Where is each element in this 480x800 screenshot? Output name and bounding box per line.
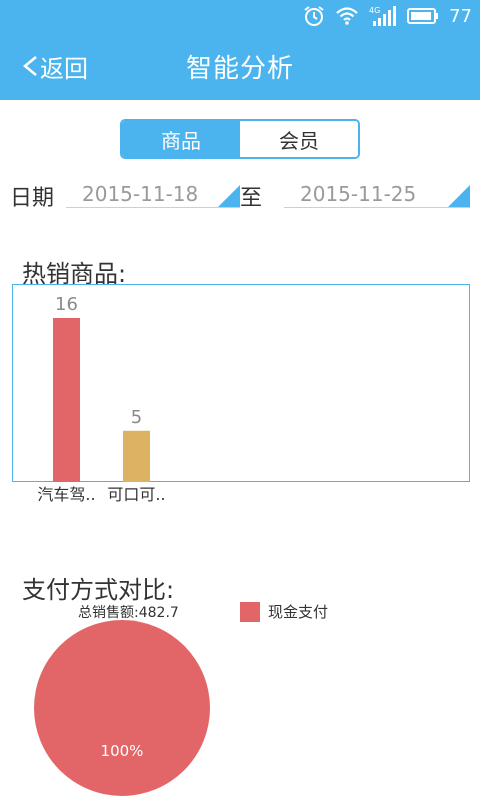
bar-category-label: 可口可.. xyxy=(107,485,165,504)
hot-products-bar-chart: 16 汽车驾.. 5 可口可.. xyxy=(37,294,165,504)
total-sales-label: 总销售额:482.7 xyxy=(78,605,179,621)
legend-label-cash: 现金支付 xyxy=(268,603,329,621)
pie-legend: 现金支付 xyxy=(240,601,328,622)
bar-1 xyxy=(53,318,80,482)
pie-slice-label: 100% xyxy=(101,742,144,760)
pie-slice-cash xyxy=(34,620,210,796)
bar-category-label: 汽车驾.. xyxy=(37,485,95,504)
bar-value-label: 16 xyxy=(55,294,78,315)
payment-title: 支付方式对比: xyxy=(22,576,175,604)
legend-swatch-cash xyxy=(240,601,260,622)
payment-pie-chart: 100% xyxy=(34,620,210,796)
bar-value-label: 5 xyxy=(131,407,142,428)
bar-2 xyxy=(123,430,150,482)
